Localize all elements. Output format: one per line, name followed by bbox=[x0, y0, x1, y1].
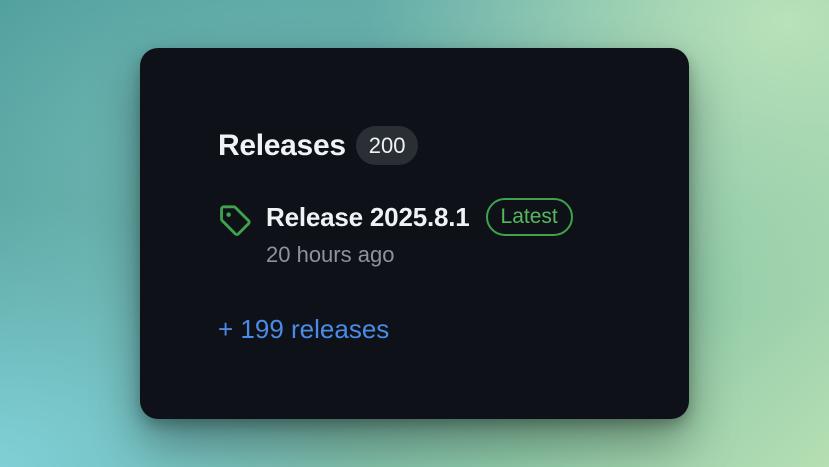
latest-release-item[interactable]: Release 2025.8.1 Latest 20 hours ago bbox=[218, 198, 573, 268]
latest-badge: Latest bbox=[485, 198, 573, 236]
release-timestamp: 20 hours ago bbox=[266, 242, 395, 267]
release-title-line: Release 2025.8.1 Latest bbox=[266, 198, 573, 236]
release-name-link[interactable]: Release 2025.8.1 bbox=[266, 202, 470, 233]
releases-title[interactable]: Releases bbox=[218, 129, 346, 163]
releases-count-badge: 200 bbox=[355, 126, 419, 165]
release-info: Release 2025.8.1 Latest 20 hours ago bbox=[266, 198, 573, 268]
releases-card: Releases 200 Release 2025.8.1 Latest 20 … bbox=[140, 48, 689, 419]
tag-icon bbox=[218, 198, 266, 243]
more-releases-link[interactable]: + 199 releases bbox=[218, 314, 389, 345]
releases-header: Releases 200 bbox=[218, 126, 419, 165]
